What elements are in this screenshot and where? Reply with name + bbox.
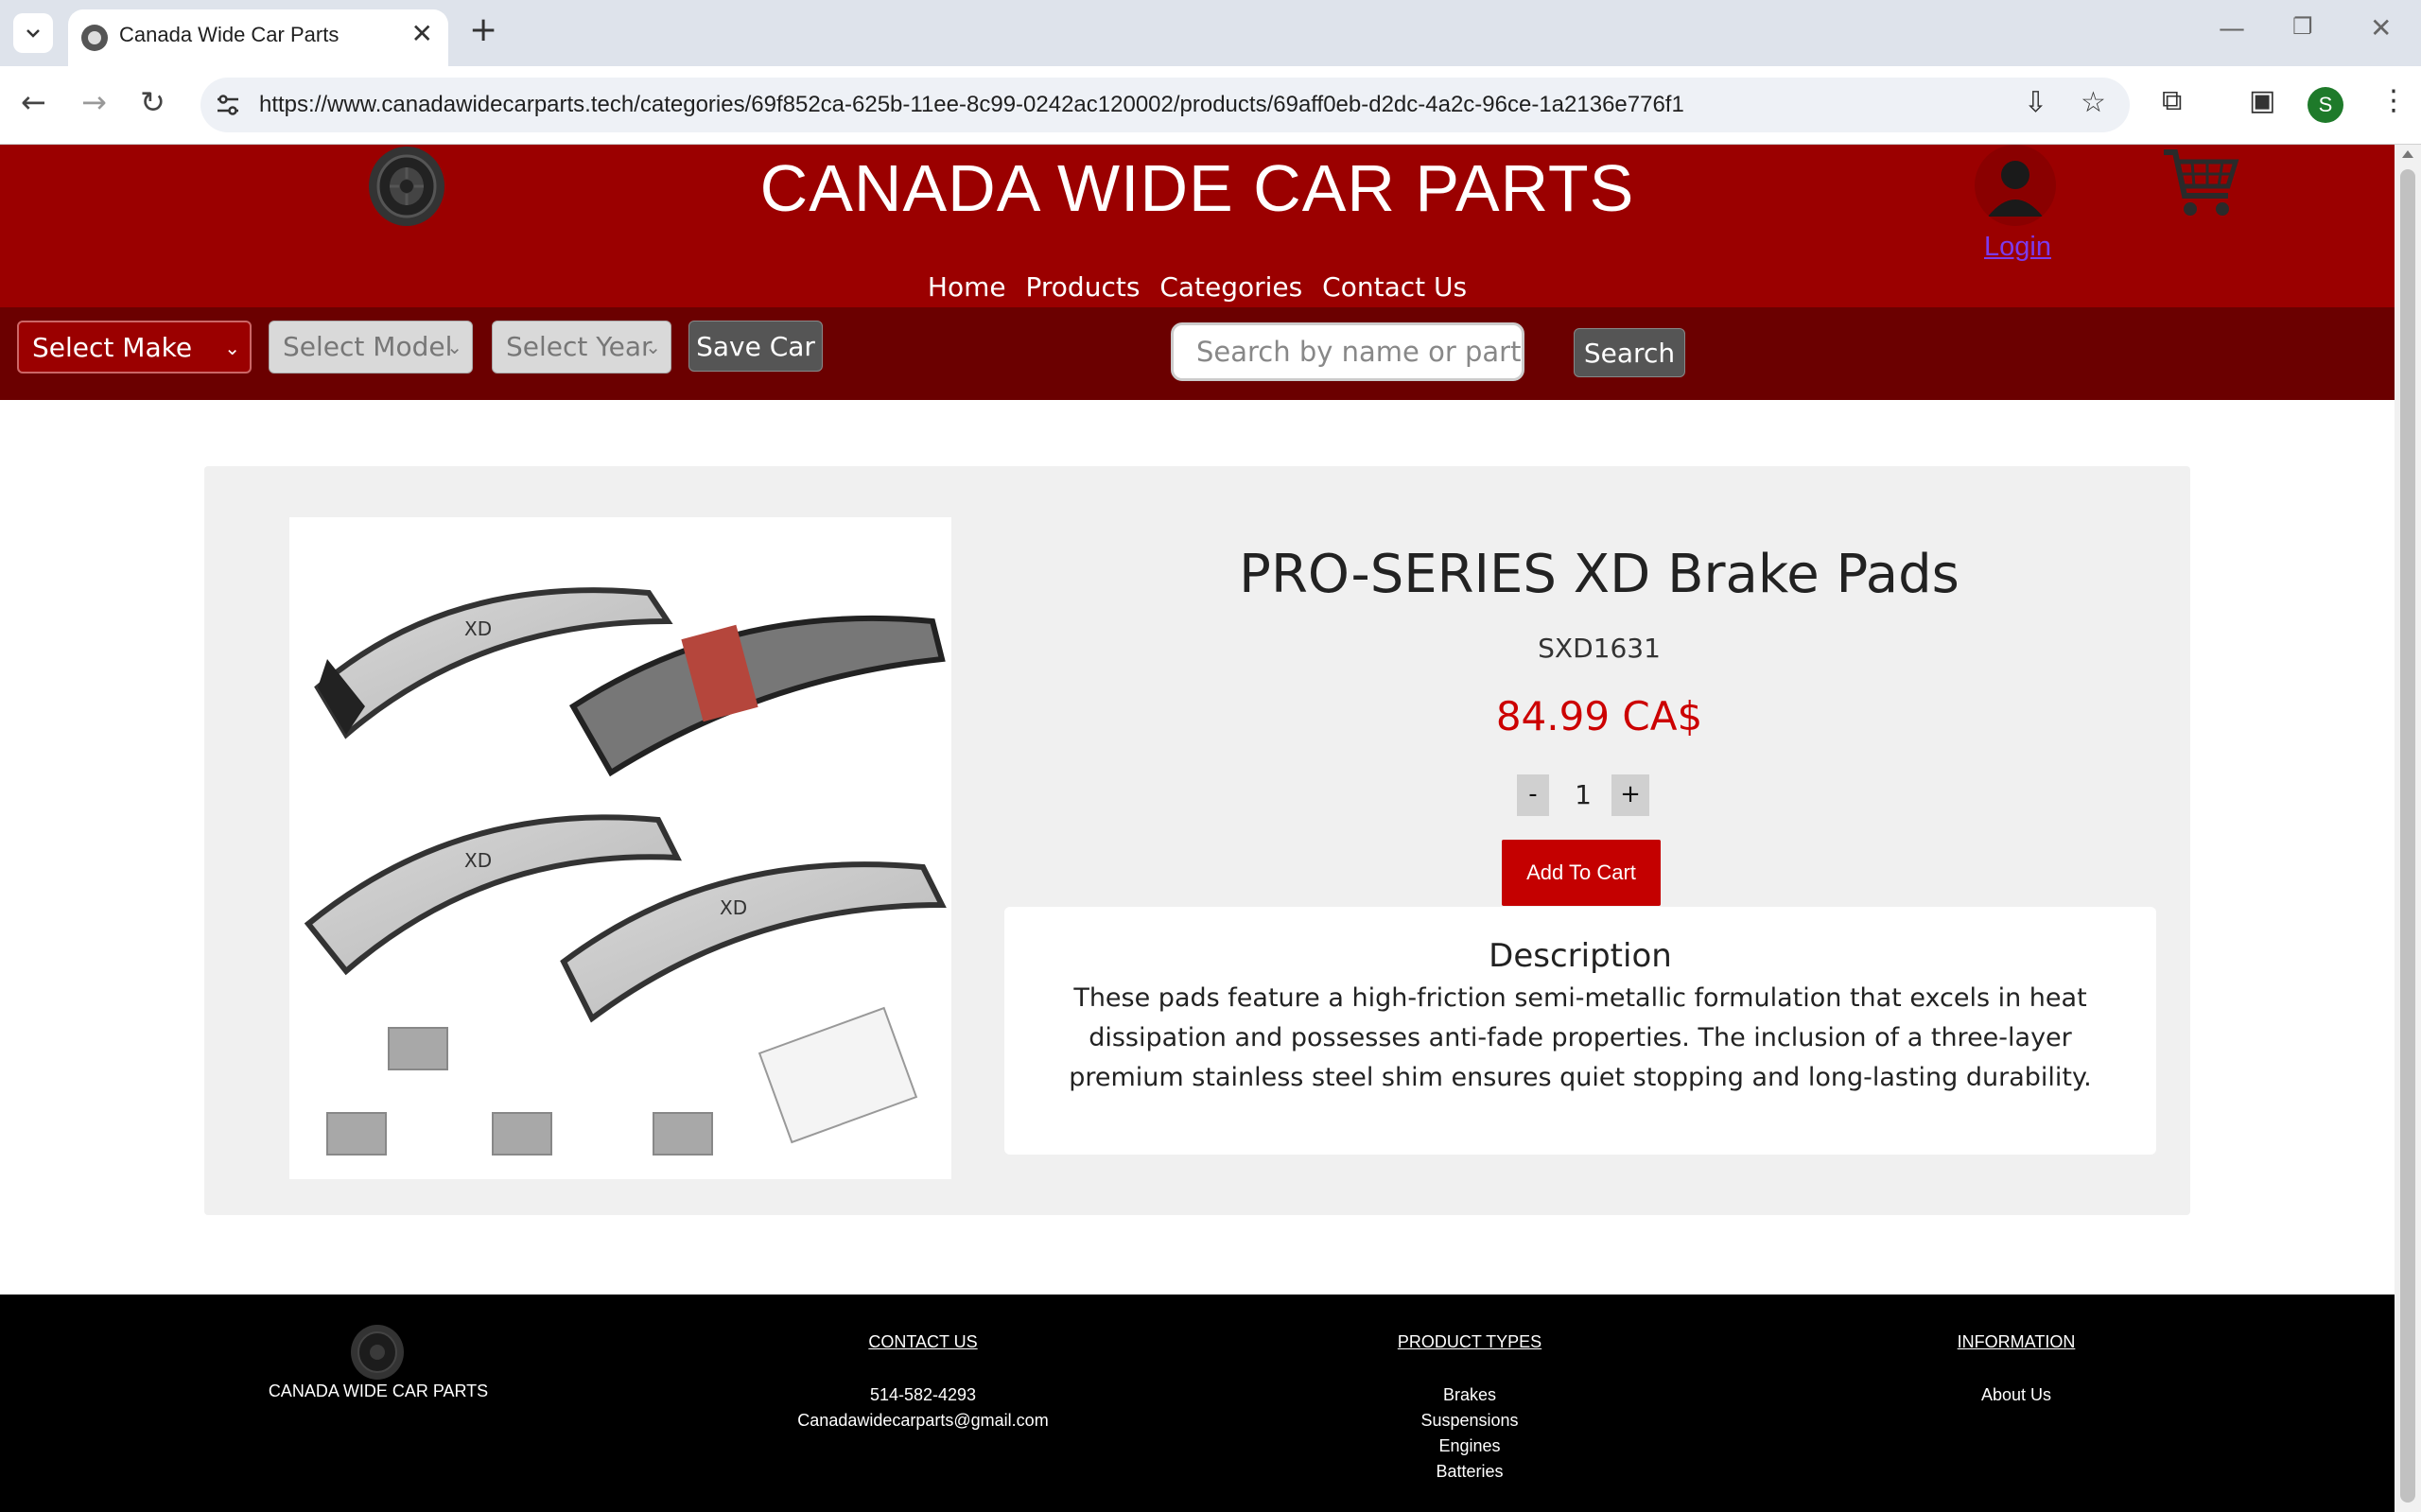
nav-categories[interactable]: Categories: [1159, 271, 1302, 303]
scroll-up-icon[interactable]: [2402, 150, 2413, 158]
scrollbar-thumb[interactable]: [2400, 169, 2415, 1503]
bookmark-star-icon[interactable]: ☆: [2081, 89, 2106, 117]
footer-information: INFORMATION About Us: [1874, 1332, 2158, 1408]
search-input[interactable]: Search by name or part number: [1171, 322, 1524, 381]
forward-icon[interactable]: →: [81, 87, 107, 117]
quantity-increase-button[interactable]: +: [1611, 774, 1649, 816]
window-close-icon[interactable]: ✕: [2370, 15, 2392, 42]
vehicle-filter-bar: Select Make ⌄ Select Model ⌄ Select Year…: [0, 307, 2395, 400]
select-model-label: Select Model: [283, 331, 453, 362]
footer-link-batteries[interactable]: Batteries: [1328, 1459, 1611, 1485]
back-icon[interactable]: ←: [21, 87, 46, 117]
footer-link-about-us[interactable]: About Us: [1874, 1382, 2158, 1408]
svg-text:XD: XD: [464, 617, 492, 640]
product-title: PRO-SERIES XD Brake Pads: [1239, 544, 1959, 605]
reload-icon[interactable]: ↻: [140, 87, 165, 117]
nav-contact-us[interactable]: Contact Us: [1322, 271, 1467, 303]
product-price: 84.99 CA$: [1495, 693, 1703, 739]
browser-tab[interactable]: Canada Wide Car Parts ✕: [68, 9, 448, 66]
install-app-icon[interactable]: ⇩: [2024, 89, 2047, 117]
minimize-icon[interactable]: —: [2219, 15, 2245, 42]
menu-kebab-icon[interactable]: ⋮: [2379, 87, 2408, 115]
select-year-label: Select Year: [506, 331, 653, 362]
extensions-icon[interactable]: ⧉: [2162, 87, 2182, 115]
footer-information-heading[interactable]: INFORMATION: [1874, 1332, 2158, 1352]
tab-close-icon[interactable]: ✕: [411, 21, 433, 47]
product-image: XD XD XD: [289, 517, 951, 1179]
add-to-cart-button[interactable]: Add To Cart: [1502, 840, 1661, 906]
product-card: XD XD XD PRO-SERIES XD Brake Pads SXD163…: [204, 466, 2190, 1215]
footer-link-engines[interactable]: Engines: [1328, 1434, 1611, 1459]
chevron-down-icon: ⌄: [446, 336, 462, 358]
quantity-decrease-button[interactable]: -: [1517, 774, 1549, 816]
address-bar[interactable]: https://www.canadawidecarparts.tech/cate…: [200, 78, 2130, 132]
chevron-down-icon: ⌄: [224, 337, 240, 359]
select-model[interactable]: Select Model ⌄: [269, 321, 473, 374]
footer-link-suspensions[interactable]: Suspensions: [1328, 1408, 1611, 1434]
search-button[interactable]: Search: [1574, 328, 1685, 377]
site-footer: CANADA WIDE CAR PARTS CONTACT US 514-582…: [0, 1295, 2395, 1512]
web-page: CANADA WIDE CAR PARTS Login Home Product…: [0, 145, 2395, 1512]
footer-product-types-heading[interactable]: PRODUCT TYPES: [1328, 1332, 1611, 1352]
footer-link-brakes[interactable]: Brakes: [1328, 1382, 1611, 1408]
browser-toolbar: ← → ↻ https://www.canadawidecarparts.tec…: [0, 66, 2421, 145]
url-text[interactable]: https://www.canadawidecarparts.tech/cate…: [259, 92, 1684, 118]
site-info-icon[interactable]: [214, 91, 242, 119]
chevron-down-icon: ⌄: [645, 336, 661, 358]
footer-phone: 514-582-4293: [869, 1385, 977, 1404]
browser-tab-bar: Canada Wide Car Parts ✕ + — ❐ ✕: [0, 0, 2421, 66]
footer-product-types: PRODUCT TYPES Brakes Suspensions Engines…: [1328, 1332, 1611, 1485]
save-car-button[interactable]: Save Car: [688, 321, 823, 372]
tire-favicon-icon: [81, 25, 108, 51]
description-box: Description These pads feature a high-fr…: [1004, 907, 2156, 1155]
select-make-label: Select Make: [32, 332, 193, 363]
nav-products[interactable]: Products: [1026, 271, 1141, 303]
nav-home[interactable]: Home: [928, 271, 1006, 303]
page-scrollbar[interactable]: [2395, 145, 2421, 1512]
side-panel-icon[interactable]: ▣: [2249, 87, 2275, 115]
select-year[interactable]: Select Year ⌄: [492, 321, 671, 374]
footer-contact: CONTACT US 514-582-4293 Canadawidecarpar…: [734, 1332, 1112, 1434]
login-link[interactable]: Login: [1984, 232, 2051, 263]
chevron-down-icon: [26, 29, 40, 38]
shopping-cart-icon[interactable]: [2160, 145, 2239, 220]
new-tab-icon[interactable]: +: [469, 13, 497, 47]
tire-logo-icon: [351, 1325, 404, 1380]
product-sku: SXD1631: [1538, 633, 1661, 664]
profile-avatar[interactable]: S: [2308, 87, 2343, 123]
svg-text:XD: XD: [720, 896, 747, 919]
tab-title: Canada Wide Car Parts: [119, 23, 340, 46]
restore-icon[interactable]: ❐: [2292, 15, 2313, 38]
main-nav: Home Products Categories Contact Us: [0, 271, 2395, 303]
footer-contact-heading[interactable]: CONTACT US: [734, 1332, 1112, 1352]
footer-email: Canadawidecarparts@gmail.com: [797, 1411, 1049, 1430]
svg-text:XD: XD: [464, 849, 492, 872]
user-avatar-icon[interactable]: [1975, 145, 2056, 226]
site-header: CANADA WIDE CAR PARTS Login Home Product…: [0, 145, 2395, 307]
tab-search-button[interactable]: [13, 13, 53, 53]
select-make[interactable]: Select Make ⌄: [17, 321, 252, 374]
quantity-value: 1: [1575, 779, 1592, 810]
description-text: These pads feature a high-friction semi-…: [1069, 983, 2092, 1092]
description-title: Description: [1489, 937, 1672, 975]
quantity-stepper: - 1 +: [1517, 774, 1668, 816]
footer-brand: CANADA WIDE CAR PARTS: [268, 1382, 489, 1400]
